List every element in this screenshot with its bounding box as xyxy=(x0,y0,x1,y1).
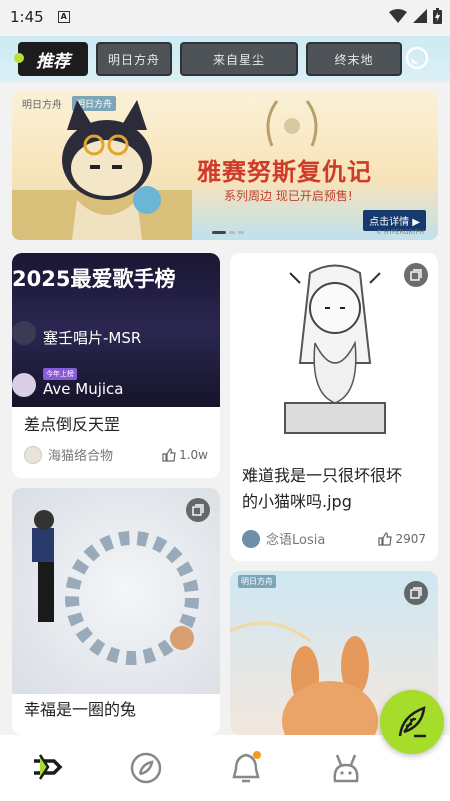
compose-button[interactable] xyxy=(380,690,444,754)
profile-bunny-icon xyxy=(333,754,359,783)
nav-profile[interactable] xyxy=(296,751,396,785)
battery-icon xyxy=(433,8,442,24)
card-meta: 念语Losia 2907 xyxy=(242,529,426,548)
card-title-line2: 的小猫咪吗.jpg xyxy=(242,492,352,511)
like-button[interactable]: 1.0w xyxy=(162,448,208,462)
tab-laizixingchen[interactable]: 来自星尘 xyxy=(180,42,298,76)
promo-banner[interactable]: 明日方舟 明日方舟 雅赛努斯复仇记 系列周边 现已开启预售! 点击详情 ▶ © … xyxy=(12,90,438,240)
like-button[interactable]: 2907 xyxy=(378,532,426,546)
image-caption-title: 2025最爱歌手榜 xyxy=(12,267,176,291)
notification-dot xyxy=(253,751,261,759)
figures-photo xyxy=(32,510,199,665)
image-overlay-tag: 明日方舟 xyxy=(238,575,276,588)
multi-image-badge xyxy=(186,498,210,522)
active-dot xyxy=(14,53,24,63)
feed-card[interactable]: 难道我是一只很坏很坏 的小猫咪吗.jpg 念语Losia 2907 xyxy=(230,253,438,561)
feed-card[interactable]: 幸福是一圈的兔 xyxy=(12,488,220,735)
notification-a-icon: A xyxy=(57,11,70,23)
wifi-icon xyxy=(389,9,407,23)
avatar[interactable] xyxy=(24,445,42,464)
banner-details-button[interactable]: 点击详情 ▶ xyxy=(363,210,426,231)
banner-subtitle: 系列周边 现已开启预售! xyxy=(224,189,353,203)
multi-image-icon xyxy=(410,587,422,599)
tab-arknights[interactable]: 明日方舟 xyxy=(96,42,172,76)
multi-image-badge xyxy=(404,581,428,605)
card-title: 难道我是一只很坏很坏 的小猫咪吗.jpg xyxy=(242,463,402,515)
image-avatar-2 xyxy=(12,373,36,397)
author-name[interactable]: 念语Losia xyxy=(266,529,378,548)
discover-icon xyxy=(130,752,162,784)
card-meta: 海猫络合物 1.0w xyxy=(24,445,208,464)
thumbs-up-icon xyxy=(162,447,176,462)
multi-image-icon xyxy=(410,269,422,281)
tab-recommended[interactable]: 推荐 xyxy=(18,42,88,76)
multi-image-badge xyxy=(404,263,428,287)
image-row-2: Ave Mujica xyxy=(43,380,124,398)
banner-character-illustration xyxy=(12,100,192,240)
banner-page-indicator xyxy=(212,231,244,234)
card-image-playlist: 2025最爱歌手榜 塞壬唱片-MSR 今年上榜 Ave Mujica xyxy=(12,253,220,407)
banner-title: 雅赛努斯复仇记 xyxy=(197,158,372,186)
card-image-figures-circle xyxy=(12,488,220,694)
status-time: 1:45 xyxy=(10,8,44,26)
card-title: 差点倒反天罡 xyxy=(24,415,121,434)
image-avatar-1 xyxy=(12,321,36,345)
status-bar: 1:45 A xyxy=(0,0,450,34)
image-row-1: 塞壬唱片-MSR xyxy=(43,329,142,347)
card-title: 幸福是一圈的兔 xyxy=(24,700,137,719)
tab-endfield[interactable]: 终末地 xyxy=(306,42,402,76)
card-image-cat-statue xyxy=(230,253,438,458)
signal-icon xyxy=(413,9,427,23)
bottom-navigation xyxy=(0,735,450,801)
nav-home[interactable] xyxy=(0,751,96,785)
like-count: 2907 xyxy=(395,531,426,546)
status-icons xyxy=(389,8,442,24)
avatar[interactable] xyxy=(242,529,260,548)
feed-card[interactable]: 2025最爱歌手榜 塞壬唱片-MSR 今年上榜 Ave Mujica 差点倒反天… xyxy=(12,253,220,478)
thumbs-up-icon xyxy=(378,531,393,546)
like-count: 1.0w xyxy=(179,447,208,462)
nav-notifications[interactable] xyxy=(196,751,296,785)
feather-pen-icon xyxy=(398,706,426,738)
card-title-line1: 难道我是一只很坏很坏 xyxy=(242,466,403,485)
home-icon xyxy=(34,754,63,780)
multi-image-icon xyxy=(192,504,204,516)
author-name[interactable]: 海猫络合物 xyxy=(48,445,162,464)
laurel-emblem xyxy=(266,100,318,147)
image-row-badge: 今年上榜 xyxy=(43,368,77,380)
nav-discover[interactable] xyxy=(96,751,196,785)
banner-copyright: © HYPERGRYPH xyxy=(376,229,424,236)
channel-tabs: 推荐 明日方舟 来自星尘 终末地 xyxy=(0,36,450,82)
search-icon[interactable] xyxy=(404,45,430,71)
